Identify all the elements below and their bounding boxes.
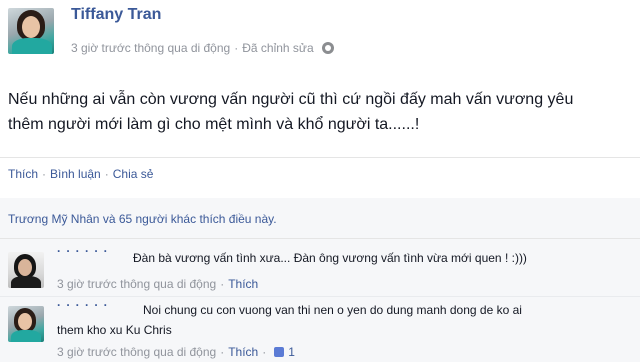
comment-meta: 3 giờ trước thông qua di động · Thích (57, 277, 258, 291)
meta-separator: · (262, 345, 267, 359)
divider (0, 296, 640, 297)
divider (0, 157, 640, 158)
meta-separator: · (220, 277, 225, 291)
comment-like-link[interactable]: Thích (228, 345, 258, 359)
post-actions: Thích · Bình luận · Chia sẻ (8, 167, 153, 181)
likes-summary[interactable]: Trương Mỹ Nhân và 65 người khác thích đi… (8, 212, 277, 226)
comment-time[interactable]: 3 giờ trước thông qua di động (57, 345, 216, 359)
comment-text-line-2: them kho xu Ku Chris (57, 323, 172, 337)
thumbs-up-icon (274, 347, 285, 357)
action-separator: · (104, 167, 109, 181)
post-meta: 3 giờ trước thông qua di động · Đã chỉnh… (71, 41, 334, 55)
comment-link[interactable]: Bình luận (50, 167, 101, 181)
author-avatar[interactable] (8, 8, 54, 54)
comment-time[interactable]: 3 giờ trước thông qua di động (57, 277, 216, 291)
post-edited[interactable]: Đã chỉnh sửa (242, 41, 313, 55)
comment-text: Đàn bà vương vấn tình xưa... Đàn ông vươ… (133, 251, 527, 265)
gear-icon[interactable] (321, 42, 334, 54)
share-link[interactable]: Chia sẻ (113, 167, 154, 181)
meta-separator: · (234, 41, 239, 55)
comment-author[interactable]: · · · · · · (57, 244, 109, 258)
post-text: Nếu những ai vẫn còn vương vấn người cũ … (8, 87, 628, 137)
comment-author[interactable]: · · · · · · (57, 298, 109, 312)
comment-text-line-1: Noi chung cu con vuong van thi nen o yen… (143, 303, 522, 317)
comment-like-link[interactable]: Thích (228, 277, 258, 291)
post-author-name[interactable]: Tiffany Tran (71, 6, 161, 24)
post-text-line-2: thêm người mới làm gì cho mệt mình và kh… (8, 116, 420, 133)
commenter-avatar[interactable] (8, 252, 44, 288)
like-link[interactable]: Thích (8, 167, 38, 181)
action-separator: · (42, 167, 47, 181)
post-text-line-1: Nếu những ai vẫn còn vương vấn người cũ … (8, 91, 574, 108)
meta-separator: · (220, 345, 225, 359)
comment-like-count[interactable]: 1 (288, 345, 295, 359)
commenter-avatar[interactable] (8, 306, 44, 342)
comment-meta: 3 giờ trước thông qua di động · Thích · … (57, 345, 295, 359)
post-time[interactable]: 3 giờ trước thông qua di động (71, 41, 230, 55)
divider (0, 238, 640, 239)
